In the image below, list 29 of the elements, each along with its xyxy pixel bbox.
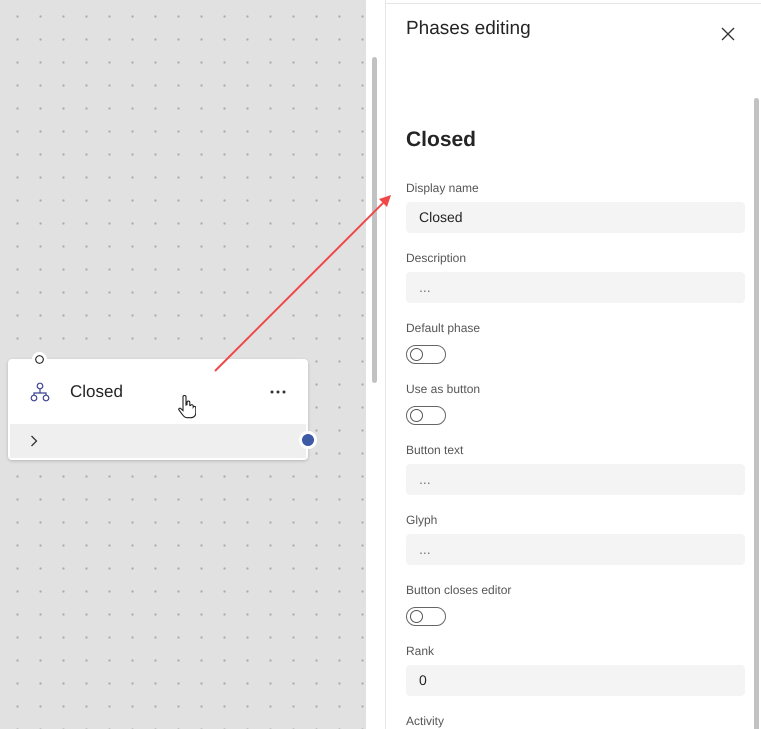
field-label: Button text [406, 442, 464, 458]
input-field[interactable]: ... [406, 534, 745, 564]
input-field[interactable]: ... [406, 272, 745, 302]
phase-heading: Closed [406, 127, 478, 153]
input-port[interactable] [32, 352, 47, 367]
input-field[interactable]: Closed [406, 202, 745, 232]
panel-title: Phases editing [406, 18, 531, 41]
chevron-icon[interactable] [30, 435, 38, 447]
hierarchy-icon [30, 382, 50, 402]
node-card[interactable]: Closed [8, 359, 308, 460]
toggle-switch[interactable] [406, 344, 446, 364]
more-icon[interactable] [270, 390, 286, 394]
scrollbar[interactable] [372, 57, 377, 383]
field-label: Button closes editor [406, 582, 512, 598]
field-label: Display name [406, 180, 479, 196]
field-label: Glyph [406, 512, 438, 528]
scrollbar[interactable] [754, 98, 759, 729]
toggle-switch[interactable] [406, 406, 446, 424]
field-label: Activity [406, 712, 444, 729]
input-field[interactable]: ... [406, 464, 745, 494]
field-label: Default phase [406, 320, 480, 336]
output-port[interactable] [299, 431, 317, 449]
field-label: Description [406, 250, 466, 266]
hand-cursor-icon [178, 395, 196, 419]
input-field[interactable]: 0 [406, 664, 745, 696]
field-label: Rank [406, 642, 434, 660]
toggle-switch[interactable] [406, 606, 446, 626]
field-label: Use as button [406, 380, 480, 398]
node-title: Closed [70, 380, 124, 403]
